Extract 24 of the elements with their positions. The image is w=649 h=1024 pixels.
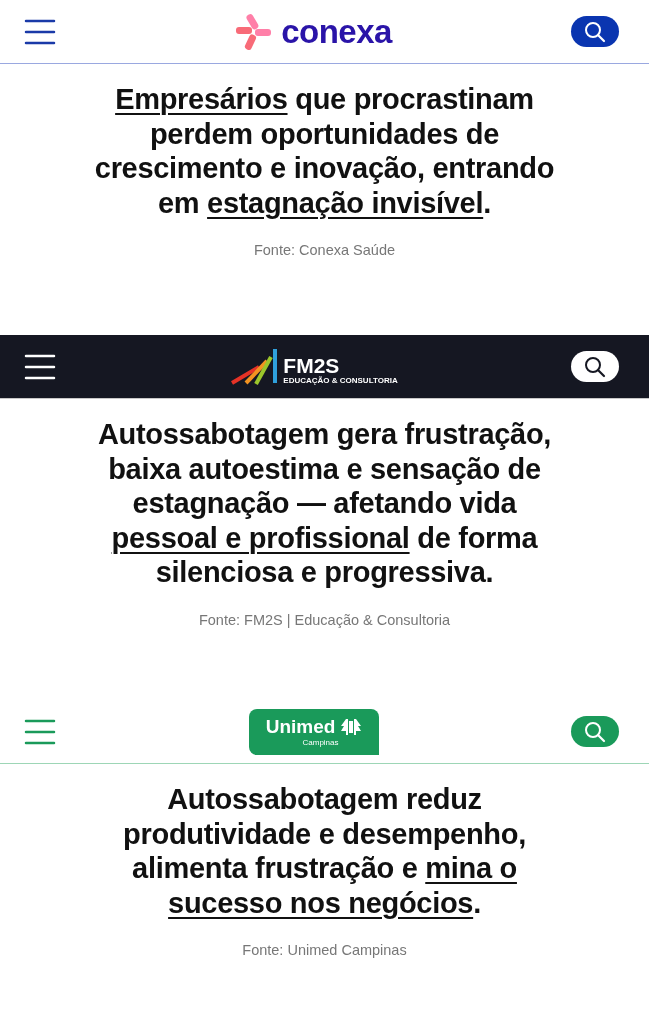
menu-icon bbox=[24, 17, 56, 46]
menu-button[interactable] bbox=[24, 352, 56, 381]
logo-text: Unimed bbox=[265, 716, 336, 738]
logo-subtext: EDUCAÇÃO & CONSULTORIA bbox=[283, 375, 398, 385]
menu-icon bbox=[24, 352, 56, 381]
menu-button[interactable] bbox=[24, 17, 56, 46]
logo-text: FM2S bbox=[283, 355, 341, 376]
logo-icon bbox=[235, 12, 274, 51]
menu-icon bbox=[24, 717, 56, 746]
logo-text: conexa bbox=[281, 12, 392, 51]
source-text: Fonte: Conexa Saúde bbox=[253, 242, 396, 258]
source-text: Fonte: Unimed Campinas bbox=[242, 942, 407, 958]
search-button[interactable] bbox=[571, 351, 619, 382]
logo-icon bbox=[229, 346, 280, 387]
search-icon bbox=[584, 20, 606, 43]
quote-text: Autossabotagem reduz produtividade e desempenho, alimenta frustração e mina o sucesso nos negócios. bbox=[123, 782, 526, 920]
search-icon bbox=[584, 355, 606, 378]
logo-subtext: Campinas bbox=[302, 738, 339, 747]
tree-icon bbox=[341, 719, 362, 735]
search-icon bbox=[584, 720, 606, 743]
search-button[interactable] bbox=[571, 16, 619, 47]
quote-text: Autossabotagem gera frustração, baixa autoestima e sensação de estagnação — afetando vida pessoal e profissional de forma silenciosa e progressiva. bbox=[97, 417, 552, 590]
quote-text: Empresários que procrastinam perdem oportunidades de crescimento e inovação, entrando em estagnação invisível. bbox=[94, 82, 555, 220]
source-text: Fonte: FM2S | Educação & Consultoria bbox=[198, 611, 451, 628]
